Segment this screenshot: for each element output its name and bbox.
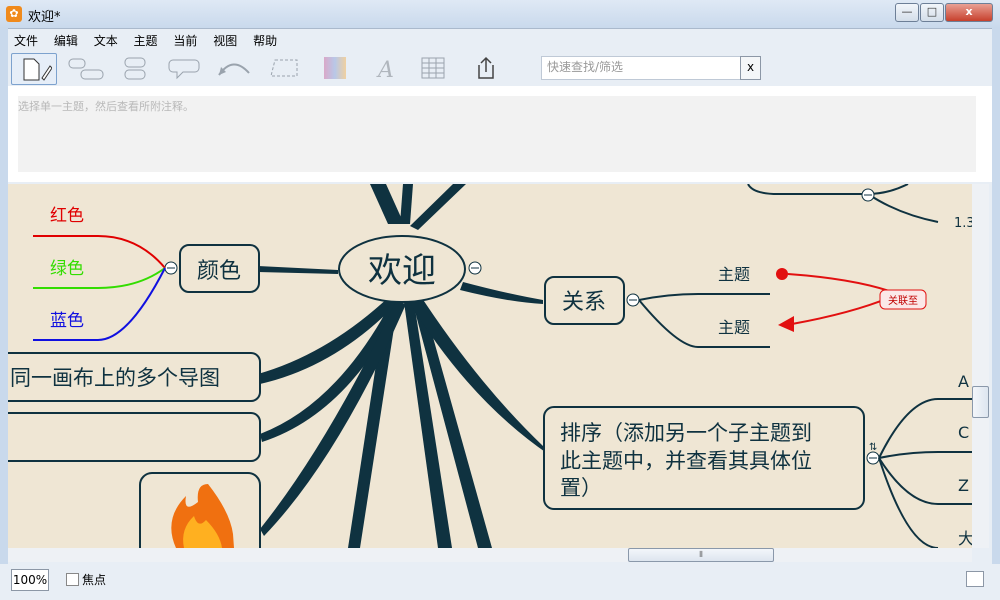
add-callout-button[interactable] bbox=[163, 53, 207, 83]
close-button[interactable]: x bbox=[945, 3, 993, 22]
sort-child-big-label[interactable]: 大 bbox=[958, 529, 972, 548]
vertical-scrollbar[interactable] bbox=[972, 184, 989, 548]
green-topic-label[interactable]: 绿色 bbox=[50, 259, 84, 279]
table-icon bbox=[421, 57, 445, 79]
relation-child1-connector bbox=[638, 293, 770, 301]
table-button[interactable] bbox=[411, 53, 455, 83]
relation-arrowhead bbox=[778, 316, 794, 332]
window-title: 欢迎* bbox=[28, 10, 61, 25]
sort-child-z-label[interactable]: Z bbox=[958, 476, 969, 495]
svg-text:A: A bbox=[376, 58, 394, 81]
sort-topic-line3: 置） bbox=[560, 476, 602, 500]
relation-start-dot[interactable] bbox=[776, 268, 788, 280]
branch-top-2 bbox=[400, 184, 413, 224]
notes-textarea[interactable]: 选择单一主题，然后查看所附注释。 bbox=[18, 96, 976, 172]
branch-relation bbox=[460, 282, 543, 304]
relation-topic-label: 关系 bbox=[562, 290, 606, 315]
branch-top-1 bbox=[370, 184, 404, 224]
status-bar: 100% 焦点 bbox=[0, 564, 1000, 600]
menu-help[interactable]: 帮助 bbox=[247, 30, 283, 51]
horizontal-scrollbar[interactable]: ⦀ bbox=[8, 548, 972, 562]
sort-child-c-connector bbox=[878, 451, 972, 459]
partial-topic-label: 1.3 bbox=[954, 216, 972, 231]
menu-current[interactable]: 当前 bbox=[167, 30, 203, 51]
font-icon: A bbox=[376, 58, 394, 81]
relation-child1-label[interactable]: 主题 bbox=[718, 265, 750, 284]
share-button[interactable] bbox=[464, 53, 508, 83]
add-boundary-button[interactable] bbox=[263, 53, 307, 83]
search-clear-button[interactable]: x bbox=[740, 56, 761, 80]
add-subtopic-button[interactable] bbox=[113, 53, 157, 83]
focus-label: 焦点 bbox=[82, 573, 107, 587]
search-field[interactable] bbox=[541, 56, 742, 80]
sort-order-icon[interactable]: ⇅ bbox=[869, 442, 877, 453]
branch-image-topic bbox=[260, 301, 406, 536]
menu-topic[interactable]: 主题 bbox=[128, 30, 164, 51]
horizontal-scroll-thumb[interactable]: ⦀ bbox=[628, 548, 774, 562]
relation-label-text: 关联至 bbox=[888, 294, 918, 307]
central-topic-label: 欢迎 bbox=[368, 251, 436, 291]
sort-topic-line2: 此主题中，并查看其具体位 bbox=[560, 449, 812, 473]
branch-top-3 bbox=[410, 184, 466, 230]
panel-toggle-icon[interactable] bbox=[966, 571, 984, 587]
window-frame-left bbox=[0, 28, 8, 600]
relation-child2-connector bbox=[638, 299, 770, 348]
menu-file[interactable]: 文件 bbox=[8, 30, 44, 51]
add-callout-icon bbox=[168, 59, 200, 80]
color-icon bbox=[324, 57, 346, 79]
zoom-level-button[interactable]: 100% bbox=[11, 569, 49, 591]
search-input[interactable] bbox=[542, 57, 742, 77]
mindmap-canvas[interactable]: 1.3 欢迎 颜色 红色 绿色 蓝色 同一画布上的多个导图 关系 主题 主题 关… bbox=[8, 184, 972, 548]
top-right-connector bbox=[747, 184, 909, 195]
notes-panel: 选择单一主题，然后查看所附注释。 bbox=[8, 86, 992, 182]
add-relation-button[interactable] bbox=[213, 53, 257, 83]
top-right-connector-2 bbox=[867, 193, 939, 223]
empty-topic-shape[interactable] bbox=[8, 412, 261, 462]
new-document-button[interactable] bbox=[11, 53, 57, 85]
color-button[interactable] bbox=[313, 53, 357, 83]
menu-bar: 文件 编辑 文本 主题 当前 视图 帮助 bbox=[8, 30, 283, 50]
new-document-icon bbox=[23, 58, 52, 81]
colors-topic-label: 颜色 bbox=[197, 259, 241, 284]
add-relation-icon bbox=[218, 63, 250, 76]
minimize-button[interactable]: — bbox=[895, 3, 919, 22]
add-boundary-icon bbox=[270, 59, 298, 77]
sort-child-a-label[interactable]: A bbox=[958, 372, 969, 391]
add-sibling-topic-icon bbox=[68, 58, 104, 80]
add-subtopic-icon bbox=[124, 57, 146, 80]
title-bar: ✿ 欢迎* — □ x bbox=[0, 0, 1000, 29]
menu-text[interactable]: 文本 bbox=[88, 30, 124, 51]
font-button[interactable]: A bbox=[363, 53, 407, 83]
sort-topic-line1: 排序（添加另一个子主题到 bbox=[560, 421, 812, 445]
multimap-topic-label: 同一画布上的多个导图 bbox=[10, 366, 220, 390]
sort-child-c-label[interactable]: C bbox=[958, 423, 969, 442]
mindmap-drawing: 1.3 欢迎 颜色 红色 绿色 蓝色 同一画布上的多个导图 关系 主题 主题 关… bbox=[8, 184, 972, 548]
focus-checkbox[interactable] bbox=[66, 573, 79, 586]
blue-topic-label[interactable]: 蓝色 bbox=[50, 311, 84, 331]
maximize-button[interactable]: □ bbox=[920, 3, 944, 22]
vertical-scroll-thumb[interactable] bbox=[972, 386, 989, 418]
add-sibling-topic-button[interactable] bbox=[63, 53, 107, 83]
branch-colors bbox=[258, 266, 338, 274]
toolbar: A bbox=[8, 52, 992, 85]
red-topic-label[interactable]: 红色 bbox=[50, 206, 84, 226]
menu-view[interactable]: 视图 bbox=[207, 30, 243, 51]
share-icon bbox=[478, 56, 494, 79]
menu-edit[interactable]: 编辑 bbox=[48, 30, 84, 51]
relation-child2-label[interactable]: 主题 bbox=[718, 318, 750, 337]
app-logo-icon: ✿ bbox=[6, 6, 22, 22]
window-frame-right bbox=[992, 28, 1000, 600]
